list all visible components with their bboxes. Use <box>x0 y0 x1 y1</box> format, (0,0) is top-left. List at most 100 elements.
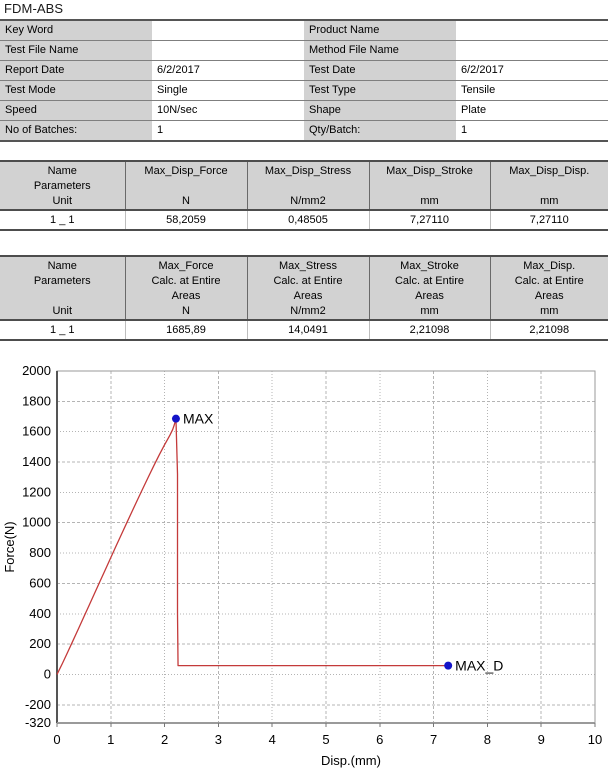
x-axis-tick-label: 8 <box>484 732 491 747</box>
info-label-test-date: Test Date <box>304 60 456 81</box>
table-row: 1 _ 1 58,2059 0,48505 7,27110 7,27110 <box>0 209 608 231</box>
y-axis-tick-label: 0 <box>44 666 51 681</box>
stub-spacer <box>0 289 125 304</box>
col-name: Max_Disp. <box>523 260 576 272</box>
info-label-speed: Speed <box>0 100 152 121</box>
y-axis-tick-label: 1000 <box>22 515 51 530</box>
x-axis-tick-label: 4 <box>269 732 276 747</box>
col-name: Max_Force <box>158 260 214 272</box>
info-label-test-mode: Test Mode <box>0 80 152 101</box>
x-axis-tick-label: 5 <box>322 732 329 747</box>
table2-cell-max-stress: 14,0491 <box>246 319 369 341</box>
info-value-method-file-name <box>456 40 608 61</box>
info-label-test-file-name: Test File Name <box>0 40 152 61</box>
table1-cell-max-disp-stress: 0,48505 <box>246 209 369 231</box>
info-label-test-type: Test Type <box>304 80 456 101</box>
table-row: No of Batches: 1 Qty/Batch: 1 <box>0 120 608 142</box>
page-title: FDM-ABS <box>4 1 64 16</box>
table-row: Test Mode Single Test Type Tensile <box>0 80 608 101</box>
table1-stub-header: Name Parameters Unit <box>0 160 125 210</box>
table2-col-header-max-stroke: Max_Stroke Calc. at Entire Areas mm <box>368 255 490 320</box>
col-name: Max_Stress <box>278 260 338 272</box>
col-params-line2: Areas <box>415 290 444 302</box>
table2-col-header-max-force: Max_Force Calc. at Entire Areas N <box>124 255 247 320</box>
annotation-label-max: MAX <box>183 411 214 427</box>
x-axis-tick-label: 6 <box>376 732 383 747</box>
col-unit: N/mm2 <box>290 305 326 317</box>
table1-cell-max-disp-force: 58,2059 <box>124 209 247 231</box>
info-label-product-name: Product Name <box>304 19 456 41</box>
x-axis-tick-label: 9 <box>538 732 545 747</box>
info-value-shape: Plate <box>456 100 608 121</box>
col-params <box>126 179 247 194</box>
y-axis-tick-label: 800 <box>29 545 51 560</box>
x-axis-tick-label: 0 <box>53 732 60 747</box>
y-axis-tick-label: 1600 <box>22 424 51 439</box>
info-value-no-of-batches: 1 <box>152 120 304 142</box>
col-name: Max_Stroke <box>400 260 459 272</box>
table-row: Report Date 6/2/2017 Test Date 6/2/2017 <box>0 60 608 81</box>
info-value-test-date: 6/2/2017 <box>456 60 608 81</box>
col-params-line2: Areas <box>293 290 323 302</box>
y-axis-tick-label: -200 <box>25 697 51 712</box>
test-info-table: Key Word Product Name Test File Name Met… <box>0 19 608 142</box>
table2-stub-header: Name Parameters Unit <box>0 255 125 320</box>
col-unit: N/mm2 <box>290 195 326 207</box>
col-unit: mm <box>540 195 559 207</box>
max-values-results-table: Name Parameters Unit Max_Force Calc. at … <box>0 255 608 341</box>
info-label-key-word: Key Word <box>0 19 152 41</box>
col-name: Max_Disp_Stress <box>264 165 352 177</box>
table1-col-header-max-disp-stroke: Max_Disp_Stroke mm <box>368 160 490 210</box>
y-axis-tick-label: -320 <box>25 715 51 730</box>
col-params-line1: Calc. at Entire <box>394 275 465 287</box>
y-axis-title: Force(N) <box>2 521 17 572</box>
chart-canvas: -320 -200 0 200 400 600 800 1000 1200 1400 1600 1 8 0… <box>2 363 602 768</box>
table2-col-header-max-stress: Max_Stress Calc. at Entire Areas N/mm2 <box>246 255 369 320</box>
y-axis-tick-label: 1200 <box>22 484 51 499</box>
col-params-line2: Areas <box>171 290 201 302</box>
stub-name-label: Name <box>47 165 77 177</box>
y-axis-tick-label: 2000 <box>22 363 51 378</box>
table1-col-header-max-disp-disp: Max_Disp_Disp. mm <box>489 160 609 210</box>
table-row: 1 _ 1 1685,89 14,0491 2,21098 2,21098 <box>0 319 608 341</box>
info-value-key-word <box>152 19 304 41</box>
table2-cell-max-force: 1685,89 <box>124 319 247 341</box>
col-params <box>491 179 609 194</box>
stub-unit-label: Unit <box>52 305 73 317</box>
x-axis-tick-label: 2 <box>161 732 168 747</box>
table2-cell-max-stroke: 2,21098 <box>368 319 490 341</box>
table1-cell-max-disp-stroke: 7,27110 <box>368 209 490 231</box>
info-label-method-file-name: Method File Name <box>304 40 456 61</box>
col-unit: N <box>182 305 190 317</box>
info-label-shape: Shape <box>304 100 456 121</box>
info-label-qty-per-batch: Qty/Batch: <box>304 120 456 142</box>
y-axis-tick-label: 1400 <box>22 454 51 469</box>
table1-col-header-max-disp-stress: Max_Disp_Stress N/mm2 <box>246 160 369 210</box>
col-name: Max_Disp_Stroke <box>386 165 473 177</box>
table-header-row: Name Parameters Unit Max_Force Calc. at … <box>0 255 608 320</box>
y-axis-tick-label: 400 <box>29 606 51 621</box>
col-params-line1: Calc. at Entire <box>151 275 221 287</box>
x-axis-title: Disp.(mm) <box>321 753 381 768</box>
col-unit: mm <box>420 195 439 207</box>
table-row: Speed 10N/sec Shape Plate <box>0 100 608 121</box>
y-axis-tick-label: 200 <box>29 636 51 651</box>
col-unit: mm <box>420 305 439 317</box>
max-disp-results-table: Name Parameters Unit Max_Disp_Force N Ma… <box>0 160 608 231</box>
col-name: Max_Disp_Disp. <box>509 165 590 177</box>
stub-parameters-label: Parameters <box>33 275 91 287</box>
stub-parameters-label: Parameters <box>33 180 91 192</box>
col-params-line2: Areas <box>534 290 564 302</box>
stub-unit-label: Unit <box>52 195 73 207</box>
info-value-speed: 10N/sec <box>152 100 304 121</box>
table-row: Test File Name Method File Name <box>0 40 608 61</box>
table-header-row: Name Parameters Unit Max_Disp_Force N Ma… <box>0 160 609 210</box>
col-params <box>370 179 490 194</box>
x-axis-tick-label: 1 <box>107 732 114 747</box>
info-label-no-of-batches: No of Batches: <box>0 120 152 142</box>
info-label-report-date: Report Date <box>0 60 152 81</box>
y-axis-tick-label: 600 <box>29 575 51 590</box>
info-value-product-name <box>456 19 608 41</box>
col-unit: mm <box>540 305 559 317</box>
info-value-test-file-name <box>152 40 304 61</box>
